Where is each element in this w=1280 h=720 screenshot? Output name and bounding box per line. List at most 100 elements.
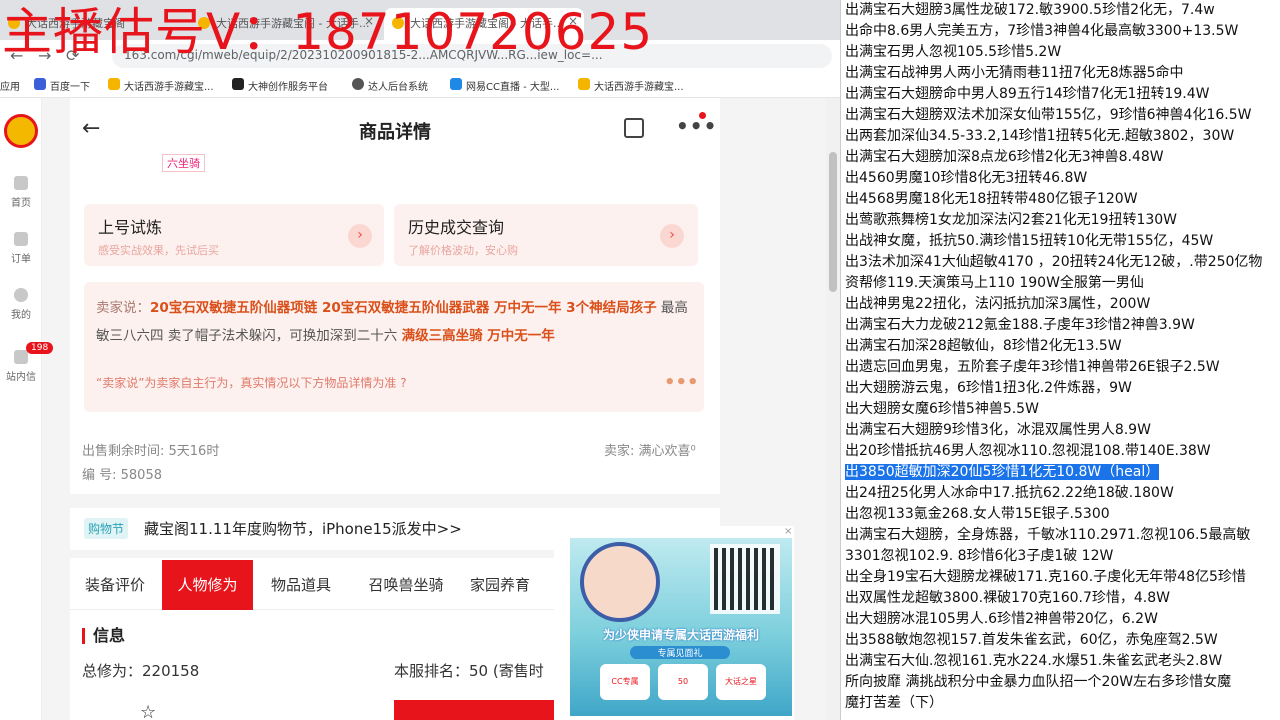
notes-line[interactable]: 出大翅膀冰混105男人.6珍惜2神兽带20亿，6.2W xyxy=(845,609,1280,630)
user-icon xyxy=(14,288,28,302)
notes-line-text: 魔打苦差（下） xyxy=(845,695,943,711)
notes-line[interactable]: 出双属性龙超敏3800.裸破170克160.7珍惜，4.8W xyxy=(845,588,1280,609)
notes-line[interactable]: 出3588敏炮忽视157.首发朱雀玄武，60亿，赤兔座驾2.5W xyxy=(845,630,1280,651)
notes-line-text: 出3850超敏加深20仙5珍惜1化无10.8W（heal） xyxy=(845,464,1160,480)
notes-line[interactable]: 出满宝石大翅膀命中男人89五行14珍惜7化无1扭转19.4W xyxy=(845,84,1280,105)
notes-line[interactable]: 出莺歌燕舞榜1女龙加深法闪2套21化无19扭转130W xyxy=(845,210,1280,231)
notes-line[interactable]: 出满宝石战神男人两小无猜雨巷11扭7化无8炼器5命中 xyxy=(845,63,1280,84)
card-subtitle: 了解价格波动，安心购 xyxy=(408,244,518,257)
card-title: 历史成交查询 xyxy=(408,218,505,237)
server-rank: 本服排名：50 (寄售时 xyxy=(394,662,544,680)
tab-equipment-review[interactable]: 装备评价 xyxy=(70,560,160,610)
notes-line-text: 出满宝石大翅膀9珍惜3化，冰混双属性男人8.9W xyxy=(845,422,1151,438)
buy-button[interactable] xyxy=(394,700,554,720)
bookmark-item[interactable]: 大神创作服务平台 xyxy=(232,78,328,93)
cbg-logo-icon[interactable] xyxy=(4,114,38,148)
notes-line-text: 出大翅膀女魔6珍惜5神兽5.5W xyxy=(845,401,1039,417)
notes-line-text: 出命中8.6男人完美五方，7珍惜3神兽4化最高敏3300+13.5W xyxy=(845,23,1239,39)
bookmark-item[interactable]: 应用 xyxy=(0,78,20,93)
notes-line[interactable]: 出战神女魔，抵抗50.满珍惜15扭转10化无带155亿，45W xyxy=(845,231,1280,252)
tab-items[interactable]: 物品道具 xyxy=(256,560,346,610)
mail-icon xyxy=(14,350,28,364)
nav-label: 我的 xyxy=(11,310,31,321)
bookmark-item[interactable]: 百度一下 xyxy=(34,78,90,93)
promo-text: 藏宝阁11.11年度购物节，iPhone15派发中>> xyxy=(144,520,462,538)
tab-pets-mounts[interactable]: 召唤兽坐骑 xyxy=(350,560,462,610)
notes-line[interactable]: 出两套加深仙34.5-33.2,14珍惜1扭转5化无.超敏3802，30W xyxy=(845,126,1280,147)
notes-lines: 出满宝石大翅膀3属性龙破172.敏3900.5珍惜2化无，7.4w 出命中8.6男… xyxy=(845,0,1280,714)
notes-line[interactable]: 出满宝石大翅膀9珍惜3化，冰混双属性男人8.9W xyxy=(845,420,1280,441)
trial-login-card[interactable]: 上号试炼 感受实战效果，先试后买 › xyxy=(84,204,384,266)
browser-window: 大话西游手游藏宝阁 大话西游手游藏宝阁 - 大话手... × 大话西游手游藏宝阁… xyxy=(0,0,840,720)
notes-line[interactable]: 出遗忘回血男鬼，五阶套子虔年3珍惜1神兽带26E银子2.5W xyxy=(845,357,1280,378)
ad-subtitle: 专属见面礼 xyxy=(630,646,730,659)
notes-line[interactable]: 出3法术加深41大仙超敏4170 ，20扭转24化无12破，.带250亿物 xyxy=(845,252,1280,273)
tab-character-cultivation[interactable]: 人物修为 xyxy=(162,560,253,610)
notes-line[interactable]: 出全身19宝石大翅膀龙裸破171.克160.子虔化无年带48亿5珍惜 xyxy=(845,567,1280,588)
notes-line[interactable]: 出满宝石大翅膀，全身炼器，千敏冰110.2971.忽视106.5最高敏 xyxy=(845,525,1280,546)
notes-line[interactable]: 出4568男魔18化无18扭转带480亿银子120W xyxy=(845,189,1280,210)
more-options-icon[interactable]: ••• xyxy=(676,114,717,138)
notes-line-text: 出满宝石战神男人两小无猜雨巷11扭7化无8炼器5命中 xyxy=(845,65,1184,81)
seller-name[interactable]: 卖家: 满心欢喜⁰ xyxy=(604,440,696,459)
ad-popup[interactable]: × 为少侠申请专属大话西游福利 专属见面礼 CC专属 50 大话之星 xyxy=(554,526,794,720)
notes-line[interactable]: 出大翅膀女魔6珍惜5神兽5.5W xyxy=(845,399,1280,420)
nav-label: 首页 xyxy=(11,198,31,209)
notes-line[interactable]: 出满宝石男人忽视105.5珍惜5.2W xyxy=(845,42,1280,63)
scrollbar[interactable] xyxy=(826,98,840,720)
notes-line[interactable]: 出20珍惜抵抗46男人忽视冰110.忽视混108.带140E.38W xyxy=(845,441,1280,462)
notes-line[interactable]: 出满宝石大翅膀加深8点龙6珍惜2化无3神兽8.48W xyxy=(845,147,1280,168)
seller-says-disclaimer: “卖家说”为卖家自主行为，真实情况以下方物品详情为准 ? xyxy=(96,374,407,391)
card-subtitle: 感受实战效果，先试后买 xyxy=(98,244,219,257)
notes-line-text: 资帮修119.天演策马上110 190W全服第一男仙 xyxy=(845,275,1144,291)
star-icon[interactable]: ☆ xyxy=(140,702,156,720)
notes-line[interactable]: 出满宝石大力龙破212氪金188.子虔年3珍惜2神兽3.9W xyxy=(845,315,1280,336)
notes-line[interactable]: 出满宝石大翅膀3属性龙破172.敏3900.5珍惜2化无，7.4w xyxy=(845,0,1280,21)
notes-line-selected[interactable]: 出3850超敏加深20仙5珍惜1化无10.8W（heal） xyxy=(845,462,1280,483)
notes-line[interactable]: 出4560男魔10珍惜8化无3扭转46.8W xyxy=(845,168,1280,189)
tab-home[interactable]: 家园养育 xyxy=(458,560,542,610)
notes-line-text: 出4560男魔10珍惜8化无3扭转46.8W xyxy=(845,170,1088,186)
price-history-card[interactable]: 历史成交查询 了解价格波动，安心购 › xyxy=(394,204,698,266)
notes-line[interactable]: 出满宝石加深28超敏仙，8珍惜2化无13.5W xyxy=(845,336,1280,357)
nav-mine[interactable]: 我的 xyxy=(0,288,42,321)
nav-messages[interactable]: 站内信 xyxy=(0,350,42,383)
notes-line[interactable]: 出满宝石大仙.忽视161.克水224.水爆51.朱雀玄武老头2.8W xyxy=(845,651,1280,672)
page-title: 商品详情 xyxy=(359,122,431,143)
streamer-watermark: 主播估号V：18710720625 xyxy=(2,3,654,61)
share-icon[interactable] xyxy=(624,118,644,138)
home-icon xyxy=(14,176,28,190)
chevron-right-icon: › xyxy=(348,224,372,248)
notes-line[interactable]: 出大翅膀游云鬼，6珍惜1扭3化.2件炼器，9W xyxy=(845,378,1280,399)
seller-says-highlight: 20宝石双敏捷五阶仙器项链 20宝石双敏捷五阶仙器武器 万中无一年 3个神结局孩… xyxy=(150,300,657,316)
notes-line[interactable]: 资帮修119.天演策马上110 190W全服第一男仙 xyxy=(845,273,1280,294)
notes-line[interactable]: 3301忽视102.9. 8珍惜6化3子虔1破 12W xyxy=(845,546,1280,567)
bookmark-item[interactable]: 大话西游手游藏宝... xyxy=(578,78,684,93)
notes-line-text: 出莺歌燕舞榜1女龙加深法闪2套21化无19扭转130W xyxy=(845,212,1178,228)
mount-tag: 六坐骑 xyxy=(162,154,205,172)
notes-line[interactable]: 出忽视133氪金268.女人带15E银子.5300 xyxy=(845,504,1280,525)
divider xyxy=(70,494,720,508)
close-icon[interactable]: × xyxy=(784,526,792,537)
notes-line[interactable]: 出24扭25化男人冰命中17.抵抗62.22绝18破.180W xyxy=(845,483,1280,504)
notes-line-text: 出3法术加深41大仙超敏4170 ，20扭转24化无12破，.带250亿物 xyxy=(845,254,1263,270)
nav-home[interactable]: 首页 xyxy=(0,176,42,209)
notes-line-text: 出大翅膀游云鬼，6珍惜1扭3化.2件炼器，9W xyxy=(845,380,1132,396)
notes-line[interactable]: 魔打苦差（下） xyxy=(845,693,1280,714)
notes-line[interactable]: 所向披靡 满挑战积分中金暴力血队招一个20W左右多珍惜女魔 xyxy=(845,672,1280,693)
bookmark-item[interactable]: 网易CC直播 - 大型... xyxy=(450,78,559,93)
notes-line-text: 出满宝石大翅膀加深8点龙6珍惜2化无3神兽8.48W xyxy=(845,149,1164,165)
bookmark-label: 大话西游手游藏宝... xyxy=(594,82,684,93)
nav-orders[interactable]: 订单 xyxy=(0,232,42,265)
notes-line[interactable]: 出命中8.6男人完美五方，7珍惜3神兽4化最高敏3300+13.5W xyxy=(845,21,1280,42)
scroll-thumb[interactable] xyxy=(829,152,837,292)
bookmark-label: 网易CC直播 - 大型... xyxy=(466,82,560,93)
ad-image[interactable]: 为少侠申请专属大话西游福利 专属见面礼 CC专属 50 大话之星 xyxy=(570,538,792,716)
bookmark-item[interactable]: 达人后台系统 xyxy=(352,78,428,93)
detail-header: ← 商品详情 ••• xyxy=(70,98,720,158)
notes-line[interactable]: 出满宝石大翅膀双法术加深女仙带155亿，9珍惜6神兽4化16.5W xyxy=(845,105,1280,126)
expand-more-icon[interactable]: ••• xyxy=(664,372,699,393)
notes-line[interactable]: 出战神男鬼22扭化，法闪抵抗加深3属性，200W xyxy=(845,294,1280,315)
help-icon[interactable]: ? xyxy=(400,376,406,390)
bookmark-item[interactable]: 大话西游手游藏宝... xyxy=(108,78,214,93)
